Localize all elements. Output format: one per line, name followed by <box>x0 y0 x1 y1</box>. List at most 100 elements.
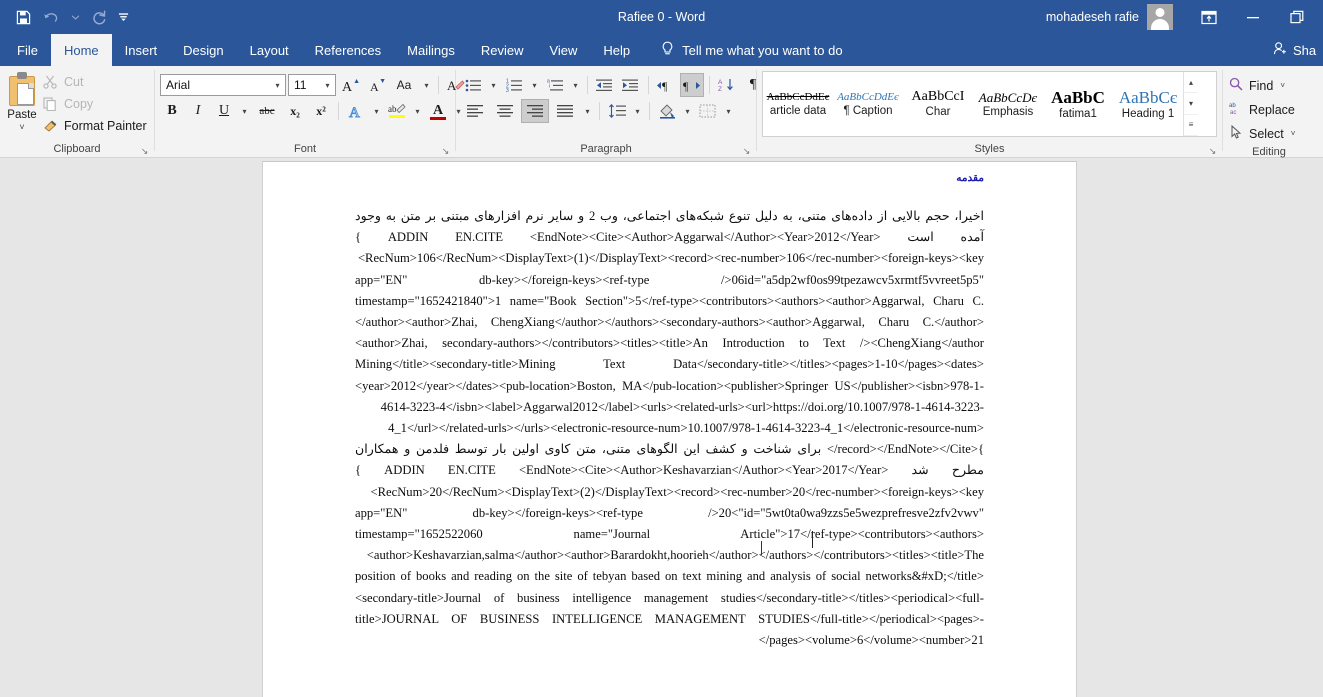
svg-text:A: A <box>370 80 379 94</box>
tab-file[interactable]: File <box>4 34 51 66</box>
shading-caret-icon[interactable]: ▾ <box>681 99 694 123</box>
superscript-button[interactable]: x² <box>309 99 333 123</box>
svg-text:ac: ac <box>1230 110 1236 115</box>
tab-insert[interactable]: Insert <box>112 34 171 66</box>
highlight-button[interactable]: ab <box>385 99 409 123</box>
ribbon-display-options-icon[interactable] <box>1187 0 1231 34</box>
underline-button[interactable]: U <box>212 99 236 123</box>
multilevel-list-caret-icon[interactable]: ▾ <box>569 73 582 97</box>
find-caret-icon[interactable]: ˅ <box>1280 81 1285 90</box>
tab-references[interactable]: References <box>302 34 394 66</box>
strikethrough-button[interactable]: abc <box>253 99 281 123</box>
sort-button[interactable]: AZ <box>715 73 739 97</box>
change-case-button[interactable]: Aa <box>390 73 418 97</box>
styles-gallery: AaBbCcDdEє article data AaBbCcDdEє ¶ Cap… <box>762 71 1217 137</box>
format-painter-button[interactable]: Format Painter <box>39 116 150 136</box>
tell-me-box[interactable]: Tell me what you want to do <box>643 34 843 66</box>
document-canvas[interactable]: مقدمه اخیرا، حجم بالایی از داده‌های متنی… <box>0 158 1323 697</box>
style-item-char[interactable]: AaBbCcI Char <box>903 72 973 136</box>
ltr-text-direction-button[interactable]: ¶ <box>654 73 678 97</box>
document-page[interactable]: مقدمه اخیرا، حجم بالایی از داده‌های متنی… <box>262 161 1077 697</box>
clipboard-dialog-launcher-icon[interactable]: ↘ <box>139 146 150 157</box>
copy-button[interactable]: Copy <box>39 94 150 114</box>
style-item-fatima1[interactable]: AaBbC fatima1 <box>1043 72 1113 136</box>
paste-dropdown-icon[interactable]: ˅ <box>19 122 24 132</box>
bullets-caret-icon[interactable]: ▾ <box>487 73 500 97</box>
justify-button[interactable] <box>551 99 579 123</box>
paragraph-dialog-launcher-icon[interactable]: ↘ <box>741 146 752 157</box>
justify-caret-icon[interactable]: ▾ <box>581 99 594 123</box>
tab-home[interactable]: Home <box>50 34 112 66</box>
minimize-icon[interactable] <box>1231 0 1275 34</box>
text-effects-button[interactable]: A <box>344 99 368 123</box>
rtl-text-direction-button[interactable]: ¶ <box>680 73 704 97</box>
underline-caret-icon[interactable]: ▾ <box>238 99 251 123</box>
save-icon[interactable] <box>10 5 36 29</box>
find-button[interactable]: Find ˅ <box>1228 74 1295 97</box>
customize-qat-icon[interactable] <box>114 5 132 29</box>
style-preview: AaBbCcI <box>911 89 965 104</box>
font-color-button[interactable]: A <box>426 99 450 123</box>
italic-button[interactable]: I <box>186 99 210 123</box>
tab-review[interactable]: Review <box>468 34 537 66</box>
tab-view[interactable]: View <box>536 34 590 66</box>
line-spacing-caret-icon[interactable]: ▾ <box>631 99 644 123</box>
avatar[interactable] <box>1147 4 1173 30</box>
numbering-button[interactable]: 123 <box>502 73 526 97</box>
shrink-font-button[interactable]: A <box>364 73 388 97</box>
account-name[interactable]: mohadeseh rafie <box>1046 10 1139 24</box>
grow-font-button[interactable]: A <box>338 73 362 97</box>
select-button[interactable]: Select ˅ <box>1228 122 1295 145</box>
style-item-emphasis[interactable]: AaBbCcDє Emphasis <box>973 72 1043 136</box>
cut-button[interactable]: Cut <box>39 72 150 92</box>
align-right-button[interactable] <box>521 99 549 123</box>
font-name-caret-icon[interactable]: ▾ <box>270 81 285 90</box>
style-item-article-data[interactable]: AaBbCcDdEє article data <box>763 72 833 136</box>
increase-indent-button[interactable] <box>619 73 643 97</box>
align-left-button[interactable] <box>461 99 489 123</box>
replace-button[interactable]: ab ac Replace <box>1228 98 1295 121</box>
font-size-combobox[interactable]: 11 ▾ <box>288 74 336 96</box>
styles-dialog-launcher-icon[interactable]: ↘ <box>1207 146 1218 157</box>
decrease-indent-button[interactable] <box>593 73 617 97</box>
font-size-caret-icon[interactable]: ▾ <box>320 81 335 90</box>
subscript-button[interactable]: x₂ <box>283 99 307 123</box>
restore-icon[interactable] <box>1275 0 1319 34</box>
styles-scroll-up-icon[interactable]: ▴ <box>1184 72 1198 94</box>
tab-layout[interactable]: Layout <box>237 34 302 66</box>
multilevel-list-button[interactable]: ai <box>543 73 567 97</box>
numbering-caret-icon[interactable]: ▾ <box>528 73 541 97</box>
redo-icon[interactable] <box>86 5 112 29</box>
highlight-caret-icon[interactable]: ▾ <box>411 99 424 123</box>
styles-more-icon[interactable]: ≡ <box>1184 115 1198 136</box>
shading-button[interactable] <box>655 99 679 123</box>
style-name: Char <box>925 106 951 118</box>
undo-icon[interactable] <box>38 5 64 29</box>
subscript-label: x₂ <box>290 103 300 118</box>
font-name-combobox[interactable]: Arial ▾ <box>160 74 286 96</box>
text-effects-caret-icon[interactable]: ▾ <box>370 99 383 123</box>
align-center-button[interactable] <box>491 99 519 123</box>
document-content[interactable]: مقدمه اخیرا، حجم بالایی از داده‌های متنی… <box>263 162 1076 651</box>
bullets-button[interactable] <box>461 73 485 97</box>
tab-help[interactable]: Help <box>590 34 643 66</box>
bold-button[interactable]: B <box>160 99 184 123</box>
font-dialog-launcher-icon[interactable]: ↘ <box>440 146 451 157</box>
style-item-caption[interactable]: AaBbCcDdEє ¶ Caption <box>833 72 903 136</box>
paragraph-line-field-1: { ADDIN EN.CITE <box>355 230 504 245</box>
style-item-heading-1[interactable]: AaBbCє Heading 1 <box>1113 72 1183 136</box>
document-paragraph[interactable]: اخیرا، حجم بالایی از داده‌های متنی، به د… <box>355 206 984 651</box>
styles-gallery-scrollbar[interactable]: ▴ ▾ ≡ <box>1183 72 1198 136</box>
font-name-value: Arial <box>166 78 191 92</box>
tab-mailings[interactable]: Mailings <box>394 34 468 66</box>
borders-button[interactable] <box>696 99 720 123</box>
undo-dropdown-icon[interactable] <box>66 5 84 29</box>
select-caret-icon[interactable]: ˅ <box>1291 129 1296 138</box>
paste-button[interactable]: Paste ˅ <box>5 70 39 132</box>
borders-caret-icon[interactable]: ▾ <box>722 99 735 123</box>
tab-design[interactable]: Design <box>170 34 236 66</box>
line-spacing-button[interactable] <box>605 99 629 123</box>
share-button[interactable]: Sha <box>1273 34 1323 66</box>
styles-scroll-down-icon[interactable]: ▾ <box>1184 93 1198 115</box>
change-case-caret-icon[interactable]: ▾ <box>420 73 433 97</box>
